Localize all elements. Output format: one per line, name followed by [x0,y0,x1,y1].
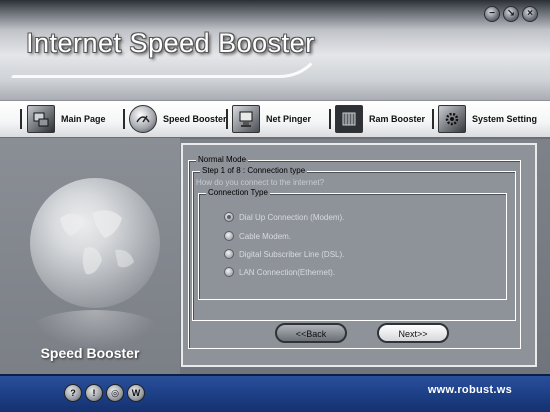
normal-mode-legend: Normal Mode [196,155,249,164]
minimize-icon[interactable]: − [484,6,500,22]
nav-label: Speed Booster [163,114,227,124]
back-button[interactable]: <<Back [275,323,347,343]
nav-separator [123,109,125,129]
app-window: Internet Speed Booster − ↘ × Main Page S… [0,0,550,412]
option-dial-up[interactable]: Dial Up Connection (Modem). [224,212,344,222]
nav-item-system-setting[interactable]: System Setting [438,105,537,133]
connection-type-group [198,193,507,300]
option-label: LAN Connection(Ethernet). [239,267,336,277]
panel-title: Speed Booster [40,345,140,361]
speed-booster-icon [129,105,157,133]
globe-image [30,178,160,308]
option-dsl[interactable]: Digital Subscriber Line (DSL). [224,249,344,259]
nav-separator [329,109,331,129]
nav-bar: Main Page Speed Booster Net Pinger Ram B… [0,100,550,139]
main-page-icon [27,105,55,133]
nav-separator [20,109,22,129]
help-icon[interactable]: ? [64,384,82,402]
nav-label: System Setting [472,114,538,124]
left-panel [0,138,180,374]
option-label: Dial Up Connection (Modem). [239,212,345,222]
close-icon[interactable]: × [522,6,538,22]
next-button[interactable]: Next>> [377,323,449,343]
option-cable-modem[interactable]: Cable Modem. [224,231,291,241]
nav-separator [226,109,228,129]
option-lan[interactable]: LAN Connection(Ethernet). [224,267,335,277]
step-legend: Step 1 of 8 : Connection type [200,166,308,175]
nav-item-net-pinger[interactable]: Net Pinger [232,105,311,133]
net-pinger-icon [232,105,260,133]
app-title: Internet Speed Booster [26,28,315,58]
nav-label: Main Page [61,114,106,124]
radio-button[interactable] [224,267,234,277]
radio-button[interactable] [224,249,234,259]
connection-type-legend: Connection Type [206,188,270,197]
nav-item-speed-booster[interactable]: Speed Booster [129,105,227,133]
option-label: Digital Subscriber Line (DSL). [239,249,345,259]
nav-separator [432,109,434,129]
info-icon[interactable]: ! [85,384,103,402]
footer: ? ! ◎ W www.robust.ws [0,374,550,412]
option-label: Cable Modem. [239,231,292,241]
restore-icon[interactable]: ↘ [503,6,519,22]
web-icon[interactable]: W [127,384,145,402]
system-setting-icon [438,105,466,133]
radio-button[interactable] [224,212,234,222]
radio-button[interactable] [224,231,234,241]
footer-url[interactable]: www.robust.ws [428,384,512,396]
globe-reflection [30,310,160,350]
nav-label: Ram Booster [369,114,426,124]
header: Internet Speed Booster − ↘ × [0,0,550,100]
globe-icon[interactable]: ◎ [106,384,124,402]
question-text: How do you connect to the internet? [196,178,325,187]
ram-booster-icon [335,105,363,133]
nav-label: Net Pinger [266,114,312,124]
nav-item-ram-booster[interactable]: Ram Booster [335,105,425,133]
nav-item-main-page[interactable]: Main Page [27,105,106,133]
